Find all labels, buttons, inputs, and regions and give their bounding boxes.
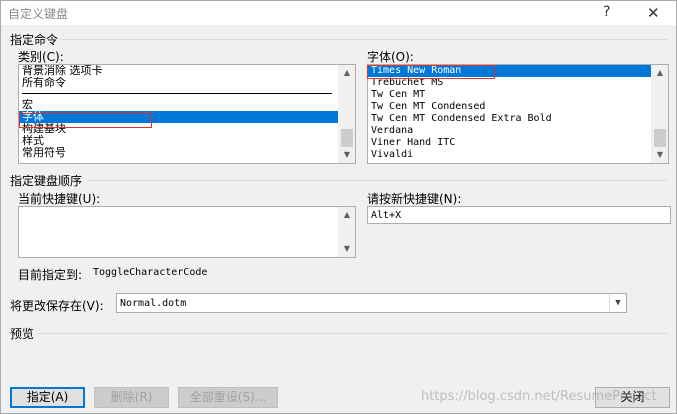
scroll-up-arrow-icon[interactable]: ▲ (339, 65, 355, 81)
fonts-list-item[interactable]: Viner Hand ITC (368, 137, 651, 149)
close-window-button[interactable]: ✕ (647, 4, 660, 22)
customize-keyboard-dialog: 自定义键盘 ? ✕ 指定命令 类别(C): 背景消除 选项卡 所有命令宏字体 构建基… (0, 0, 677, 414)
categories-list-item[interactable]: 字体 (19, 111, 338, 123)
fonts-list-item[interactable]: Tw Cen MT (368, 89, 651, 101)
watermark: https://blog.csdn.net/ResumeProject (421, 389, 657, 404)
categories-list-item[interactable]: 样式 (19, 135, 338, 147)
list-divider (19, 89, 338, 99)
section-divider (37, 333, 668, 334)
section-divider (61, 39, 668, 40)
categories-list-item[interactable]: 常用符号 (19, 147, 338, 159)
categories-list-item[interactable]: 背景消除 选项卡 (19, 65, 338, 77)
remove-button[interactable]: 删除(R) (94, 387, 169, 408)
current-keys-listbox[interactable]: ▲ ▼ (18, 206, 356, 258)
current-keys-scrollbar[interactable]: ▲ ▼ (338, 207, 355, 257)
save-changes-label: 将更改保存在(V): (10, 299, 104, 313)
section-divider (87, 180, 668, 181)
scroll-up-arrow-icon[interactable]: ▲ (339, 207, 355, 223)
categories-list-items: 背景消除 选项卡 所有命令宏字体 构建基块 样式 常用符号 (19, 65, 338, 163)
title-bar: 自定义键盘 ? ✕ (1, 1, 676, 25)
categories-list-item[interactable]: 宏 (19, 99, 338, 111)
scroll-down-arrow-icon[interactable]: ▼ (652, 147, 668, 163)
categories-listbox[interactable]: 背景消除 选项卡 所有命令宏字体 构建基块 样式 常用符号 ▲ ▼ (18, 64, 356, 164)
fonts-scrollbar[interactable]: ▲ ▼ (651, 65, 668, 163)
key-sequence-section-label: 指定键盘顺序 (10, 174, 83, 188)
fonts-list-item[interactable]: Tw Cen MT Condensed Extra Bold (368, 113, 651, 125)
fonts-list-item[interactable]: Tw Cen MT Condensed (368, 101, 651, 113)
save-changes-value: Normal.dotm (120, 298, 187, 309)
current-keys-label: 当前快捷键(U): (18, 192, 101, 206)
scrollbar-thumb[interactable] (341, 129, 353, 147)
categories-list-item[interactable]: 所有命令 (19, 77, 338, 89)
assigned-to-value: ToggleCharacterCode (93, 267, 208, 278)
scroll-up-arrow-icon[interactable]: ▲ (652, 65, 668, 81)
window-title: 自定义键盘 (8, 7, 69, 21)
categories-list-item[interactable]: 构建基块 (19, 123, 338, 135)
scrollbar-thumb[interactable] (654, 129, 666, 147)
fonts-list-item[interactable]: Trebuchet MS (368, 77, 651, 89)
scroll-down-arrow-icon[interactable]: ▼ (339, 241, 355, 257)
reset-all-button[interactable]: 全部重设(S)... (178, 387, 278, 408)
fonts-list-item[interactable]: Times New Roman (368, 65, 651, 77)
current-keys-list-items (19, 207, 338, 257)
new-key-input[interactable]: Alt+X (367, 206, 671, 224)
fonts-list-item[interactable]: Vivaldi (368, 149, 651, 161)
categories-label: 类别(C): (18, 50, 64, 64)
assigned-to-label: 目前指定到: (18, 268, 83, 282)
fonts-list-item[interactable]: Verdana (368, 125, 651, 137)
fonts-listbox[interactable]: Times New Roman Trebuchet MS Tw Cen MT Tw C… (367, 64, 669, 164)
save-changes-combobox[interactable]: Normal.dotm ▼ (116, 293, 627, 313)
preview-section-label: 预览 (10, 327, 35, 341)
chevron-down-icon[interactable]: ▼ (609, 294, 626, 312)
assign-button[interactable]: 指定(A) (10, 387, 85, 408)
fonts-list-items: Times New Roman Trebuchet MS Tw Cen MT Tw C… (368, 65, 651, 163)
new-key-label: 请按新快捷键(N): (367, 192, 462, 206)
scroll-down-arrow-icon[interactable]: ▼ (339, 147, 355, 163)
help-button[interactable]: ? (603, 4, 610, 20)
fonts-label: 字体(O): (367, 50, 414, 64)
categories-scrollbar[interactable]: ▲ ▼ (338, 65, 355, 163)
specify-command-section-label: 指定命令 (10, 33, 59, 47)
